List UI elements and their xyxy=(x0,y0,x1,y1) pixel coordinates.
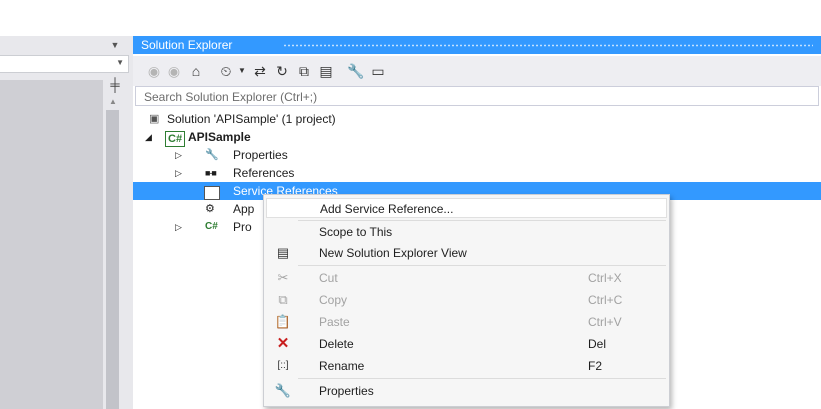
tree-item-project[interactable]: ◢ C# APISample xyxy=(133,128,821,147)
menu-item-label: New Solution Explorer View xyxy=(319,246,467,260)
menu-item-paste[interactable]: 📋 Paste Ctrl+V xyxy=(266,312,667,332)
menu-item-label: Cut xyxy=(319,271,338,285)
tree-item-label: APISample xyxy=(188,130,251,144)
search-placeholder: Search Solution Explorer (Ctrl+;) xyxy=(144,90,318,104)
titlebar-grip xyxy=(283,44,813,47)
menu-item-shortcut: F2 xyxy=(588,359,603,373)
home-icon[interactable]: ⌂ xyxy=(187,62,205,80)
delete-x-icon: ✕ xyxy=(276,335,290,352)
menu-item-properties[interactable]: 🔧 Properties xyxy=(266,381,667,401)
csharp-file-icon: C# xyxy=(205,221,218,232)
menu-item-label: Rename xyxy=(319,359,365,373)
panel-dropdown-icon[interactable]: ▼ xyxy=(108,38,122,52)
menu-item-delete[interactable]: ✕ Delete Del xyxy=(266,334,667,354)
menu-item-copy[interactable]: ⧉ Copy Ctrl+C xyxy=(266,290,667,310)
solution-explorer-titlebar[interactable]: Solution Explorer xyxy=(133,36,821,54)
top-blank-area xyxy=(0,0,821,36)
menu-item-shortcut: Ctrl+C xyxy=(588,293,623,307)
tree-item-label: App xyxy=(233,202,255,216)
tree-item-solution[interactable]: ▣ Solution 'APISample' (1 project) xyxy=(133,110,821,128)
collapsed-arrow-icon[interactable]: ▷ xyxy=(175,146,182,164)
menu-item-new-solution-explorer-view[interactable]: ▤ New Solution Explorer View xyxy=(266,243,667,263)
forward-icon[interactable]: ◉ xyxy=(165,62,183,80)
tree-item-references[interactable]: ▷ ■-■ References xyxy=(133,164,821,182)
wrench-icon: 🔧 xyxy=(274,383,292,398)
refresh-icon[interactable]: ↻ xyxy=(273,62,291,80)
split-view-icon[interactable]: ╪ xyxy=(108,78,122,93)
scissors-icon: ✂ xyxy=(277,270,289,285)
menu-item-shortcut: Ctrl+V xyxy=(588,315,622,329)
copy-icon: ⧉ xyxy=(278,292,288,307)
context-menu: Add Service Reference... Scope to This ▤… xyxy=(263,194,670,407)
search-input[interactable]: Search Solution Explorer (Ctrl+;) xyxy=(135,86,819,106)
tree-item-label: Solution 'APISample' (1 project) xyxy=(167,112,336,126)
menu-item-label: Properties xyxy=(319,384,374,398)
collapsed-arrow-icon[interactable]: ▷ xyxy=(175,218,182,236)
expanded-arrow-icon[interactable]: ◢ xyxy=(145,128,152,146)
back-icon[interactable]: ◉ xyxy=(145,62,163,80)
tree-item-label: Properties xyxy=(233,148,288,162)
left-panel-content xyxy=(0,80,103,409)
menu-item-rename[interactable]: [::] Rename F2 xyxy=(266,356,667,376)
menu-item-label: Delete xyxy=(319,337,354,351)
folder-icon xyxy=(204,186,220,200)
menu-item-add-service-reference[interactable]: Add Service Reference... xyxy=(266,198,667,218)
show-all-files-icon[interactable]: ▤ xyxy=(317,62,335,80)
references-icon: ■-■ xyxy=(205,168,217,178)
menu-item-cut[interactable]: ✂ Cut Ctrl+X xyxy=(266,268,667,288)
dropdown-icon[interactable]: ▼ xyxy=(233,62,251,80)
preview-icon[interactable]: ▭ xyxy=(369,62,387,80)
new-view-icon: ▤ xyxy=(276,245,290,260)
menu-item-label: Scope to This xyxy=(319,225,393,239)
rename-icon: [::] xyxy=(277,360,289,371)
menu-item-shortcut: Ctrl+X xyxy=(588,271,622,285)
collapsed-arrow-icon[interactable]: ▷ xyxy=(175,164,182,182)
scroll-up-icon[interactable]: ▲ xyxy=(108,97,118,107)
tree-item-label: Pro xyxy=(233,220,252,234)
panel-title: Solution Explorer xyxy=(141,38,233,52)
properties-icon[interactable]: 🔧 xyxy=(347,62,365,80)
menu-item-label: Add Service Reference... xyxy=(320,202,454,216)
csharp-project-icon: C# xyxy=(165,131,186,147)
left-panel-combo[interactable]: ▼ xyxy=(0,55,129,73)
collapse-all-icon[interactable]: ⧉ xyxy=(295,62,313,80)
solution-icon: ▣ xyxy=(149,113,160,125)
paste-icon: 📋 xyxy=(274,314,292,329)
menu-separator xyxy=(298,265,666,266)
menu-item-label: Copy xyxy=(319,293,348,307)
menu-separator xyxy=(298,378,666,379)
menu-item-shortcut: Del xyxy=(588,337,607,351)
sync-icon[interactable]: ⇄ xyxy=(251,62,269,80)
menu-item-scope-to-this[interactable]: Scope to This xyxy=(266,222,667,242)
config-file-icon: ⚙ xyxy=(205,203,215,215)
tree-item-label: References xyxy=(233,166,295,180)
solution-explorer-toolbar: ◉ ◉ ⌂ ⏲ ▼ ⇄ ↻ ⧉ ▤ 🔧 ▭ xyxy=(133,56,821,86)
combo-chevron-down-icon[interactable]: ▼ xyxy=(116,58,124,67)
tree-item-properties[interactable]: ▷ 🔧 Properties xyxy=(133,146,821,164)
wrench-icon: 🔧 xyxy=(205,149,219,161)
menu-item-label: Paste xyxy=(319,315,350,329)
menu-separator xyxy=(298,220,666,221)
scrollbar-thumb[interactable] xyxy=(106,110,119,409)
